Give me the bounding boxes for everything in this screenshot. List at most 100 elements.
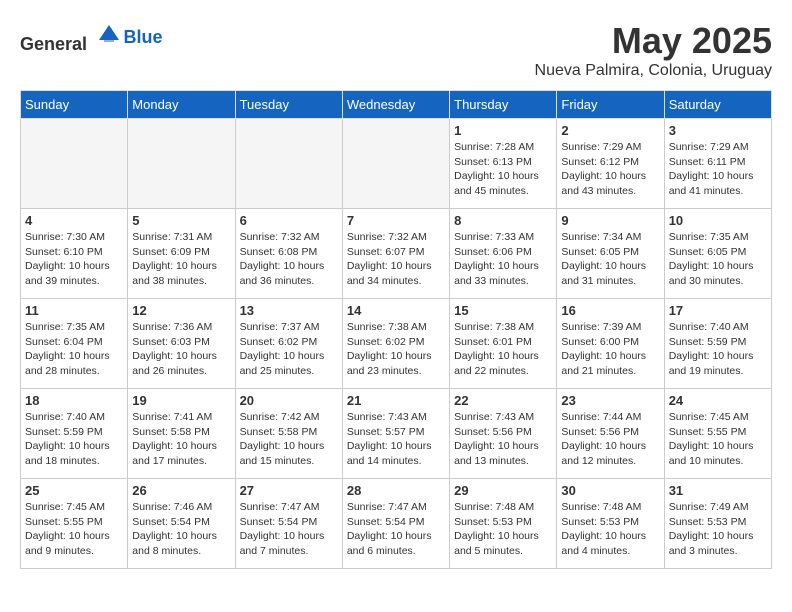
calendar-cell: 25Sunrise: 7:45 AM Sunset: 5:55 PM Dayli… — [21, 479, 128, 569]
day-info: Sunrise: 7:33 AM Sunset: 6:06 PM Dayligh… — [454, 230, 552, 289]
day-info: Sunrise: 7:43 AM Sunset: 5:57 PM Dayligh… — [347, 410, 445, 469]
calendar-cell: 12 Sunrise: 7:36 AM Sunset: 6:03 PM Dayli… — [128, 299, 235, 389]
day-number: 8 — [454, 213, 552, 228]
calendar-cell: 30 Sunrise: 7:48 AM Sunset: 5:53 PM Dayli… — [557, 479, 664, 569]
day-number: 6 — [240, 213, 338, 228]
day-info: Sunrise: 7:46 AM Sunset: 5:54 PM Dayligh… — [132, 500, 230, 559]
day-number: 27 — [240, 483, 338, 498]
day-number: 7 — [347, 213, 445, 228]
day-number: 15 — [454, 303, 552, 318]
day-info: Sunrise: 7:45 AM Sunset: 5:55 PM Dayligh… — [669, 410, 767, 469]
week-row-3: 11 Sunrise: 7:35 AM Sunset: 6:04 PM Dayli… — [21, 299, 772, 389]
day-info: Sunrise: 7:43 AM Sunset: 5:56 PM Dayligh… — [454, 410, 552, 469]
day-number: 25 — [25, 483, 123, 498]
day-info: Sunrise: 7:48 AM Sunset: 5:53 PM Dayligh… — [561, 500, 659, 559]
day-info: Sunrise: 7:30 AM Sunset: 6:10 PM Dayligh… — [25, 230, 123, 289]
day-info: Sunrise: 7:49 AM Sunset: 5:53 PM Dayligh… — [669, 500, 767, 559]
weekday-header-tuesday: Tuesday — [235, 91, 342, 119]
day-number: 24 — [669, 393, 767, 408]
day-info: Sunrise: 7:34 AM Sunset: 6:05 PM Dayligh… — [561, 230, 659, 289]
weekday-header-saturday: Saturday — [664, 91, 771, 119]
day-info: Sunrise: 7:36 AM Sunset: 6:03 PM Dayligh… — [132, 320, 230, 379]
day-info: Sunrise: 7:31 AM Sunset: 6:09 PM Dayligh… — [132, 230, 230, 289]
weekday-header-row: SundayMondayTuesdayWednesdayThursdayFrid… — [21, 91, 772, 119]
weekday-header-friday: Friday — [557, 91, 664, 119]
day-info: Sunrise: 7:42 AM Sunset: 5:58 PM Dayligh… — [240, 410, 338, 469]
day-info: Sunrise: 7:47 AM Sunset: 5:54 PM Dayligh… — [240, 500, 338, 559]
calendar-cell — [235, 119, 342, 209]
day-number: 12 — [132, 303, 230, 318]
day-number: 4 — [25, 213, 123, 228]
day-info: Sunrise: 7:29 AM Sunset: 6:12 PM Dayligh… — [561, 140, 659, 199]
calendar-cell: 6 Sunrise: 7:32 AM Sunset: 6:08 PM Daylig… — [235, 209, 342, 299]
day-number: 1 — [454, 123, 552, 138]
day-info: Sunrise: 7:39 AM Sunset: 6:00 PM Dayligh… — [561, 320, 659, 379]
weekday-header-wednesday: Wednesday — [342, 91, 449, 119]
day-info: Sunrise: 7:40 AM Sunset: 5:59 PM Dayligh… — [669, 320, 767, 379]
day-number: 11 — [25, 303, 123, 318]
location-title: Nueva Palmira, Colonia, Uruguay — [535, 62, 772, 80]
calendar-cell: 19 Sunrise: 7:41 AM Sunset: 5:58 PM Dayli… — [128, 389, 235, 479]
calendar-cell: 15 Sunrise: 7:38 AM Sunset: 6:01 PM Dayli… — [450, 299, 557, 389]
calendar-cell: 20 Sunrise: 7:42 AM Sunset: 5:58 PM Dayli… — [235, 389, 342, 479]
calendar-cell: 24 Sunrise: 7:45 AM Sunset: 5:55 PM Dayli… — [664, 389, 771, 479]
day-number: 20 — [240, 393, 338, 408]
title-area: May 2025 Nueva Palmira, Colonia, Uruguay — [535, 20, 772, 80]
day-info: Sunrise: 7:44 AM Sunset: 5:56 PM Dayligh… — [561, 410, 659, 469]
calendar-cell — [21, 119, 128, 209]
logo-icon — [94, 20, 124, 50]
logo: General Blue — [20, 20, 163, 55]
day-number: 5 — [132, 213, 230, 228]
day-info: Sunrise: 7:28 AM Sunset: 6:13 PM Dayligh… — [454, 140, 552, 199]
day-info: Sunrise: 7:29 AM Sunset: 6:11 PM Dayligh… — [669, 140, 767, 199]
calendar-cell: 16 Sunrise: 7:39 AM Sunset: 6:00 PM Dayli… — [557, 299, 664, 389]
day-number: 18 — [25, 393, 123, 408]
day-number: 31 — [669, 483, 767, 498]
calendar-cell: 22 Sunrise: 7:43 AM Sunset: 5:56 PM Dayli… — [450, 389, 557, 479]
day-info: Sunrise: 7:40 AM Sunset: 5:59 PM Dayligh… — [25, 410, 123, 469]
day-number: 19 — [132, 393, 230, 408]
day-info: Sunrise: 7:48 AM Sunset: 5:53 PM Dayligh… — [454, 500, 552, 559]
header: General Blue May 2025 Nueva Palmira, Col… — [20, 20, 772, 80]
day-number: 16 — [561, 303, 659, 318]
calendar-cell: 7 Sunrise: 7:32 AM Sunset: 6:07 PM Daylig… — [342, 209, 449, 299]
day-info: Sunrise: 7:38 AM Sunset: 6:02 PM Dayligh… — [347, 320, 445, 379]
week-row-1: 1 Sunrise: 7:28 AM Sunset: 6:13 PM Daylig… — [21, 119, 772, 209]
calendar-cell — [128, 119, 235, 209]
weekday-header-thursday: Thursday — [450, 91, 557, 119]
calendar-cell: 28Sunrise: 7:47 AM Sunset: 5:54 PM Dayli… — [342, 479, 449, 569]
day-number: 28 — [347, 483, 445, 498]
day-info: Sunrise: 7:32 AM Sunset: 6:07 PM Dayligh… — [347, 230, 445, 289]
day-number: 14 — [347, 303, 445, 318]
day-number: 21 — [347, 393, 445, 408]
calendar: SundayMondayTuesdayWednesdayThursdayFrid… — [20, 90, 772, 569]
day-info: Sunrise: 7:35 AM Sunset: 6:05 PM Dayligh… — [669, 230, 767, 289]
calendar-cell: 2 Sunrise: 7:29 AM Sunset: 6:12 PM Daylig… — [557, 119, 664, 209]
day-info: Sunrise: 7:41 AM Sunset: 5:58 PM Dayligh… — [132, 410, 230, 469]
day-number: 26 — [132, 483, 230, 498]
day-info: Sunrise: 7:32 AM Sunset: 6:08 PM Dayligh… — [240, 230, 338, 289]
day-info: Sunrise: 7:37 AM Sunset: 6:02 PM Dayligh… — [240, 320, 338, 379]
day-number: 22 — [454, 393, 552, 408]
day-number: 13 — [240, 303, 338, 318]
month-title: May 2025 — [535, 20, 772, 62]
day-number: 2 — [561, 123, 659, 138]
day-number: 17 — [669, 303, 767, 318]
day-info: Sunrise: 7:35 AM Sunset: 6:04 PM Dayligh… — [25, 320, 123, 379]
calendar-cell: 13 Sunrise: 7:37 AM Sunset: 6:02 PM Dayli… — [235, 299, 342, 389]
calendar-cell: 27 Sunrise: 7:47 AM Sunset: 5:54 PM Dayli… — [235, 479, 342, 569]
calendar-cell: 1 Sunrise: 7:28 AM Sunset: 6:13 PM Daylig… — [450, 119, 557, 209]
calendar-cell: 9 Sunrise: 7:34 AM Sunset: 6:05 PM Daylig… — [557, 209, 664, 299]
calendar-cell — [342, 119, 449, 209]
day-number: 30 — [561, 483, 659, 498]
day-number: 29 — [454, 483, 552, 498]
day-number: 23 — [561, 393, 659, 408]
day-info: Sunrise: 7:38 AM Sunset: 6:01 PM Dayligh… — [454, 320, 552, 379]
calendar-cell: 11 Sunrise: 7:35 AM Sunset: 6:04 PM Dayli… — [21, 299, 128, 389]
calendar-cell: 31 Sunrise: 7:49 AM Sunset: 5:53 PM Dayli… — [664, 479, 771, 569]
calendar-cell: 4 Sunrise: 7:30 AM Sunset: 6:10 PM Daylig… — [21, 209, 128, 299]
day-number: 9 — [561, 213, 659, 228]
weekday-header-monday: Monday — [128, 91, 235, 119]
calendar-cell: 18 Sunrise: 7:40 AM Sunset: 5:59 PM Dayli… — [21, 389, 128, 479]
calendar-cell: 10Sunrise: 7:35 AM Sunset: 6:05 PM Dayli… — [664, 209, 771, 299]
